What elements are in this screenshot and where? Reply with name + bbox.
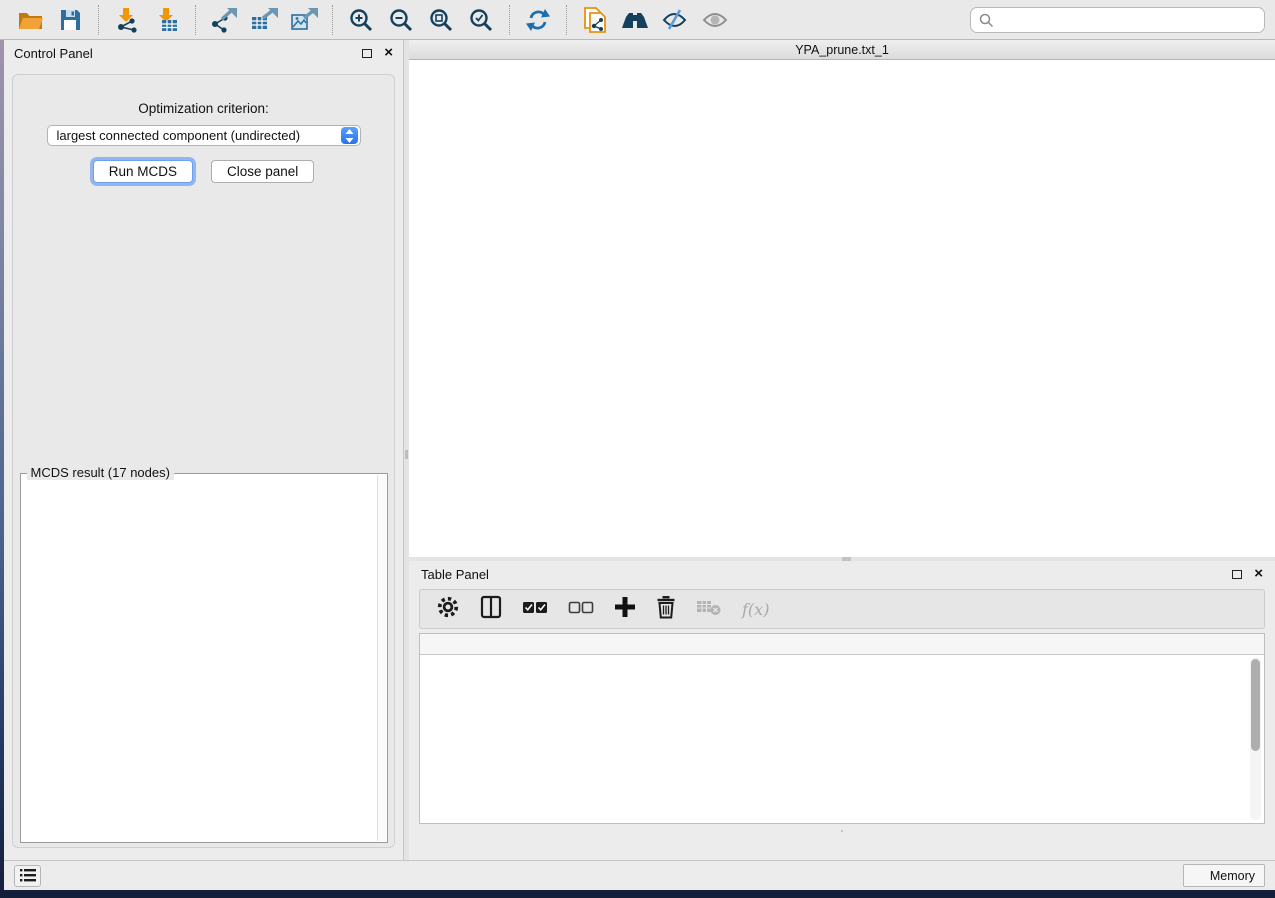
splitter-handle[interactable] [842, 557, 851, 561]
memory-status-icon [1193, 870, 1204, 881]
network-window-titlebar[interactable]: YPA_prune.txt_1 [409, 40, 1275, 60]
toolbar-separator [509, 5, 510, 35]
import-network-icon[interactable] [107, 3, 147, 37]
clone-network-icon[interactable] [575, 3, 615, 37]
table-tabs [841, 830, 843, 832]
zoom-fit-icon[interactable] [421, 3, 461, 37]
save-icon[interactable] [50, 3, 90, 37]
table-toolbar: f(x) [419, 589, 1265, 629]
column-settings-icon[interactable] [436, 595, 460, 624]
table-scrollbar[interactable] [1250, 657, 1261, 820]
table-panel: Table Panel × f(x) [409, 561, 1275, 860]
function-builder-icon: f(x) [742, 600, 769, 619]
network-search[interactable] [970, 7, 1265, 33]
control-panel-title: Control Panel [14, 46, 93, 61]
mcds-result-box: MCDS result (17 nodes) [20, 473, 388, 843]
toolbar-separator [98, 5, 99, 35]
mcds-panel: Optimization criterion: largest connecte… [12, 74, 395, 848]
close-window-icon[interactable] [418, 44, 430, 56]
refresh-icon[interactable] [518, 3, 558, 37]
result-scrollbar[interactable] [377, 475, 386, 841]
table-header-row [420, 634, 1264, 655]
control-panel: Control Panel × Optimization criterion: … [4, 40, 404, 860]
task-history-button[interactable] [14, 865, 41, 887]
memory-label: Memory [1210, 869, 1255, 883]
table-panel-title: Table Panel [421, 567, 489, 582]
optimization-label: Optimization criterion: [138, 101, 269, 116]
search-network-icon[interactable] [615, 3, 655, 37]
criterion-select[interactable]: largest connected component (undirected) [47, 125, 361, 146]
list-icon [20, 869, 36, 882]
export-table-icon[interactable] [244, 3, 284, 37]
close-panel-icon[interactable]: × [1254, 569, 1263, 579]
close-panel-icon[interactable]: × [384, 48, 393, 58]
delete-table-icon [696, 598, 722, 621]
open-file-icon[interactable] [10, 3, 50, 37]
node-table [419, 633, 1265, 824]
toolbar-separator [195, 5, 196, 35]
splitter-handle[interactable] [405, 450, 408, 459]
deselect-all-checkbox-icon[interactable] [568, 599, 594, 620]
export-image-icon[interactable] [284, 3, 324, 37]
network-title: YPA_prune.txt_1 [795, 43, 889, 57]
horizontal-splitter[interactable] [409, 557, 1275, 561]
main-toolbar [0, 0, 1275, 40]
float-panel-icon[interactable] [362, 49, 372, 58]
hide-selected-icon[interactable] [655, 3, 695, 37]
memory-button[interactable]: Memory [1183, 864, 1265, 887]
add-column-icon[interactable] [614, 596, 636, 623]
select-all-checkbox-icon[interactable] [522, 599, 548, 620]
select-stepper-icon [341, 127, 358, 144]
show-all-icon[interactable] [695, 3, 735, 37]
minimize-window-icon[interactable] [438, 44, 450, 56]
status-bar: Memory [4, 860, 1275, 890]
float-panel-icon[interactable] [1232, 570, 1242, 579]
close-panel-button[interactable]: Close panel [211, 160, 314, 183]
run-mcds-button[interactable]: Run MCDS [93, 160, 193, 183]
network-graph[interactable] [409, 60, 709, 210]
zoom-in-icon[interactable] [341, 3, 381, 37]
search-icon [979, 13, 994, 28]
zoom-selected-icon[interactable] [461, 3, 501, 37]
scrollbar-thumb[interactable] [1251, 659, 1260, 751]
export-network-icon[interactable] [204, 3, 244, 37]
toolbar-separator [566, 5, 567, 35]
criterion-value: largest connected component (undirected) [48, 128, 341, 143]
network-canvas[interactable] [409, 60, 1275, 557]
maximize-window-icon[interactable] [458, 44, 470, 56]
delete-column-icon[interactable] [656, 595, 676, 624]
import-table-icon[interactable] [147, 3, 187, 37]
toolbar-separator [332, 5, 333, 35]
split-view-icon[interactable] [480, 595, 502, 624]
app-window: Control Panel × Optimization criterion: … [4, 40, 1275, 890]
search-input[interactable] [1000, 13, 1256, 28]
desktop: Control Panel × Optimization criterion: … [0, 0, 1275, 898]
mcds-result-title: MCDS result (17 nodes) [27, 465, 174, 480]
zoom-out-icon[interactable] [381, 3, 421, 37]
network-window: YPA_prune.txt_1 [409, 40, 1275, 557]
